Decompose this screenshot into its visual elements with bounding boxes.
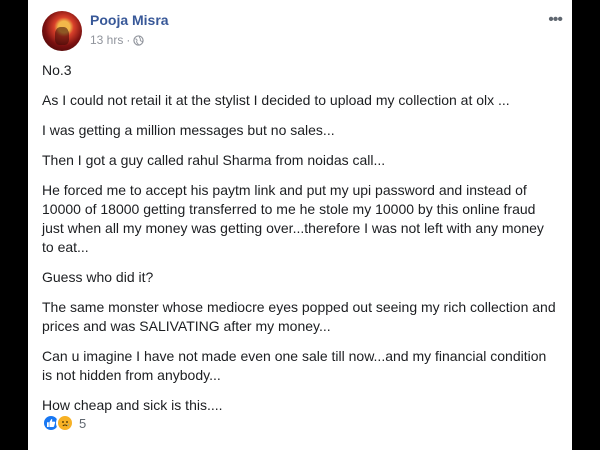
post-timestamp[interactable]: 13 hrs	[90, 33, 123, 47]
globe-icon	[133, 34, 145, 46]
more-options-icon[interactable]: •••	[548, 12, 563, 28]
post-paragraph: How cheap and sick is this....	[42, 397, 223, 413]
author-name[interactable]: Pooja Misra	[90, 12, 169, 28]
post-meta: 13 hrs ·	[90, 33, 145, 47]
reactions-summary[interactable]: 5	[42, 414, 86, 432]
facebook-post-card: Pooja Misra 13 hrs · ••• No.3 As I could…	[28, 0, 572, 450]
post-paragraph: Can u imagine I have not made even one s…	[42, 348, 547, 383]
sad-icon	[56, 414, 74, 432]
post-paragraph: I was getting a million messages but no …	[42, 122, 335, 138]
post-paragraph: Guess who did it?	[42, 269, 154, 285]
reaction-count[interactable]: 5	[79, 416, 86, 431]
post-paragraph: As I could not retail it at the stylist …	[42, 92, 510, 108]
post-paragraph: Then I got a guy called rahul Sharma fro…	[42, 152, 386, 168]
avatar[interactable]	[42, 11, 82, 51]
post-paragraph: The same monster whose mediocre eyes pop…	[42, 299, 556, 334]
post-body: No.3 As I could not retail it at the sty…	[42, 61, 558, 426]
post-paragraph: He forced me to accept his paytm link an…	[42, 182, 544, 255]
meta-separator: ·	[126, 33, 131, 47]
post-paragraph: No.3	[42, 62, 72, 78]
